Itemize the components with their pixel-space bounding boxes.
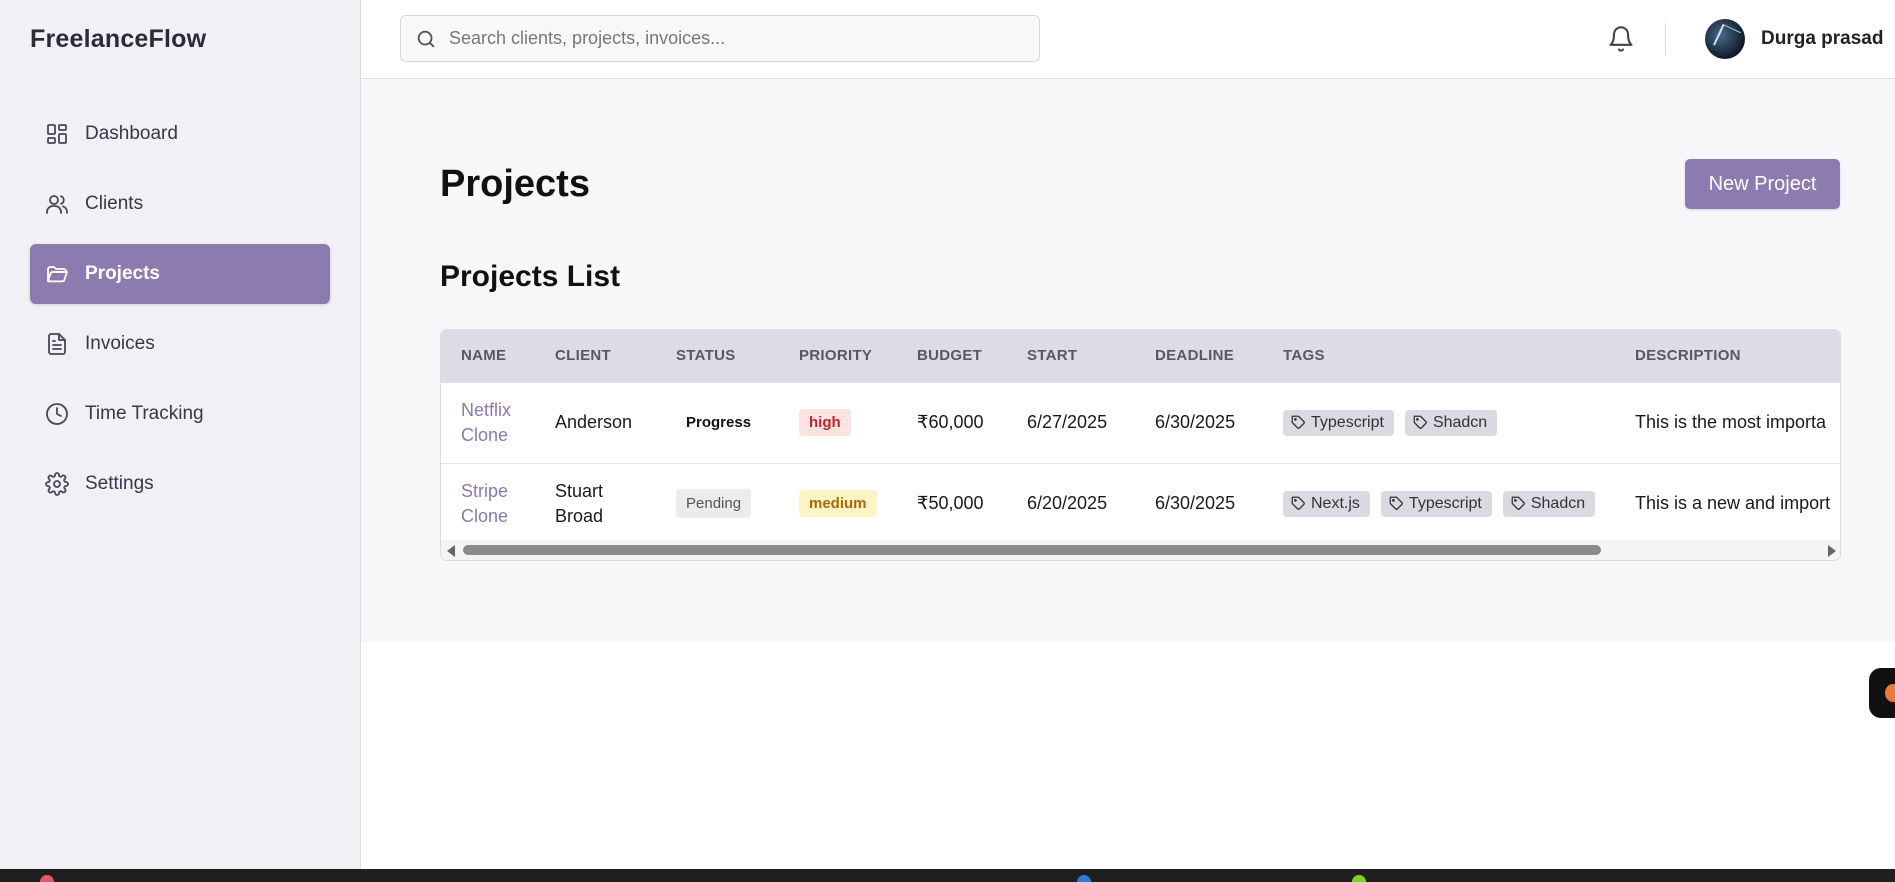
project-priority: medium (779, 463, 897, 544)
project-budget: ₹50,000 (917, 493, 984, 514)
tag-chip: Next.js (1283, 490, 1370, 517)
column-header-client[interactable]: CLIENT (535, 330, 656, 382)
user-name[interactable]: Durga prasad (1761, 28, 1883, 50)
sidebar-item-clients[interactable]: Clients (30, 174, 330, 234)
sidebar-item-label: Settings (85, 473, 154, 494)
tag-icon (1291, 496, 1305, 511)
tag-icon (1291, 415, 1305, 429)
status-badge: Pending (676, 489, 752, 519)
floating-widget-icon[interactable] (1869, 668, 1895, 718)
sidebar-item-dashboard[interactable]: Dashboard (30, 104, 330, 164)
users-icon (45, 192, 69, 216)
sidebar-item-settings[interactable]: Settings (30, 454, 330, 514)
page-title: Projects (440, 163, 590, 205)
sidebar-item-label: Projects (85, 263, 160, 284)
project-tags: Typescript Shadcn (1263, 382, 1615, 463)
column-header-start[interactable]: START (1007, 330, 1135, 382)
brand-logo[interactable]: FreelanceFlow (30, 25, 206, 54)
priority-badge: medium (799, 490, 877, 518)
scrollbar-thumb[interactable] (463, 545, 1601, 555)
taskbar-app-icon[interactable] (40, 875, 54, 882)
tag-chip: Typescript (1380, 490, 1492, 517)
avatar[interactable] (1705, 19, 1745, 59)
project-budget: ₹60,000 (917, 412, 984, 432)
column-header-status[interactable]: STATUS (656, 330, 779, 382)
search-input[interactable] (449, 28, 1029, 49)
taskbar-app-icon[interactable] (1352, 875, 1366, 882)
tag-chip: Shadcn (1404, 409, 1498, 436)
project-description: This is a new and import (1635, 493, 1831, 514)
column-header-description[interactable]: DESCRIPTION (1615, 330, 1840, 382)
header-divider (1665, 23, 1666, 55)
sidebar-item-projects[interactable]: Projects (30, 244, 330, 304)
table-row[interactable]: Stripe Clone Stuart Broad Pending medium… (441, 463, 1840, 544)
project-client: Stuart Broad (555, 480, 604, 526)
sidebar: FreelanceFlow Dashboard Clients Projects… (0, 0, 361, 869)
sidebar-item-label: Invoices (85, 333, 155, 354)
project-client: Anderson (555, 412, 633, 432)
tag-chip: Typescript (1283, 409, 1394, 436)
section-title: Projects List (440, 260, 621, 293)
sidebar-item-label: Clients (85, 193, 144, 214)
column-header-deadline[interactable]: DEADLINE (1135, 330, 1263, 382)
os-taskbar (0, 869, 1895, 882)
project-start: 6/27/2025 (1027, 412, 1108, 432)
notifications-button[interactable] (1605, 23, 1637, 55)
bell-icon (1609, 26, 1633, 52)
table-row[interactable]: Netflix Clone Anderson Progress high ₹60… (441, 382, 1840, 463)
project-deadline: 6/30/2025 (1155, 493, 1236, 514)
top-header: Durga prasad (361, 0, 1895, 79)
project-tags: Next.js Typescript Shadcn (1263, 463, 1615, 544)
taskbar-app-icon[interactable] (1077, 875, 1091, 882)
clock-icon (45, 402, 69, 426)
project-priority: high (779, 382, 897, 463)
projects-table: NAME CLIENT STATUS PRIORITY BUDGET START… (440, 329, 1841, 561)
main-content: Projects New Project Projects List NAME … (361, 79, 1895, 642)
project-status: Pending (656, 463, 779, 544)
project-start: 6/20/2025 (1027, 493, 1108, 514)
gear-icon (45, 472, 69, 496)
scroll-left-arrow-icon[interactable] (447, 545, 455, 557)
priority-badge: high (799, 409, 851, 436)
project-description: This is the most importa (1635, 412, 1827, 432)
sidebar-item-invoices[interactable]: Invoices (30, 314, 330, 374)
document-icon (45, 332, 69, 356)
folder-icon (45, 262, 69, 286)
new-project-button[interactable]: New Project (1685, 159, 1840, 209)
project-status: Progress (656, 382, 779, 463)
tag-chip: Shadcn (1502, 490, 1596, 517)
project-name-link[interactable]: Stripe Clone (441, 463, 535, 544)
project-deadline: 6/30/2025 (1155, 412, 1236, 432)
projects-table-grid: NAME CLIENT STATUS PRIORITY BUDGET START… (441, 330, 1840, 544)
scroll-right-arrow-icon[interactable] (1828, 545, 1836, 557)
horizontal-scrollbar[interactable] (441, 540, 1840, 560)
sidebar-nav: Dashboard Clients Projects Invoices Time… (30, 104, 330, 524)
column-header-tags[interactable]: TAGS (1263, 330, 1615, 382)
column-header-name[interactable]: NAME (441, 330, 535, 382)
column-header-priority[interactable]: PRIORITY (779, 330, 897, 382)
status-badge: Progress (686, 414, 752, 431)
sidebar-item-time-tracking[interactable]: Time Tracking (30, 384, 330, 444)
project-name-link[interactable]: Netflix Clone (441, 382, 535, 463)
search-bar[interactable] (400, 15, 1040, 62)
tag-icon (1511, 496, 1525, 511)
tag-icon (1389, 496, 1403, 511)
table-header-row: NAME CLIENT STATUS PRIORITY BUDGET START… (441, 330, 1840, 382)
sidebar-item-label: Dashboard (85, 123, 178, 144)
column-header-budget[interactable]: BUDGET (897, 330, 1007, 382)
sidebar-item-label: Time Tracking (85, 403, 204, 424)
dashboard-icon (45, 122, 69, 146)
tag-icon (1413, 415, 1427, 429)
search-icon (417, 30, 435, 47)
